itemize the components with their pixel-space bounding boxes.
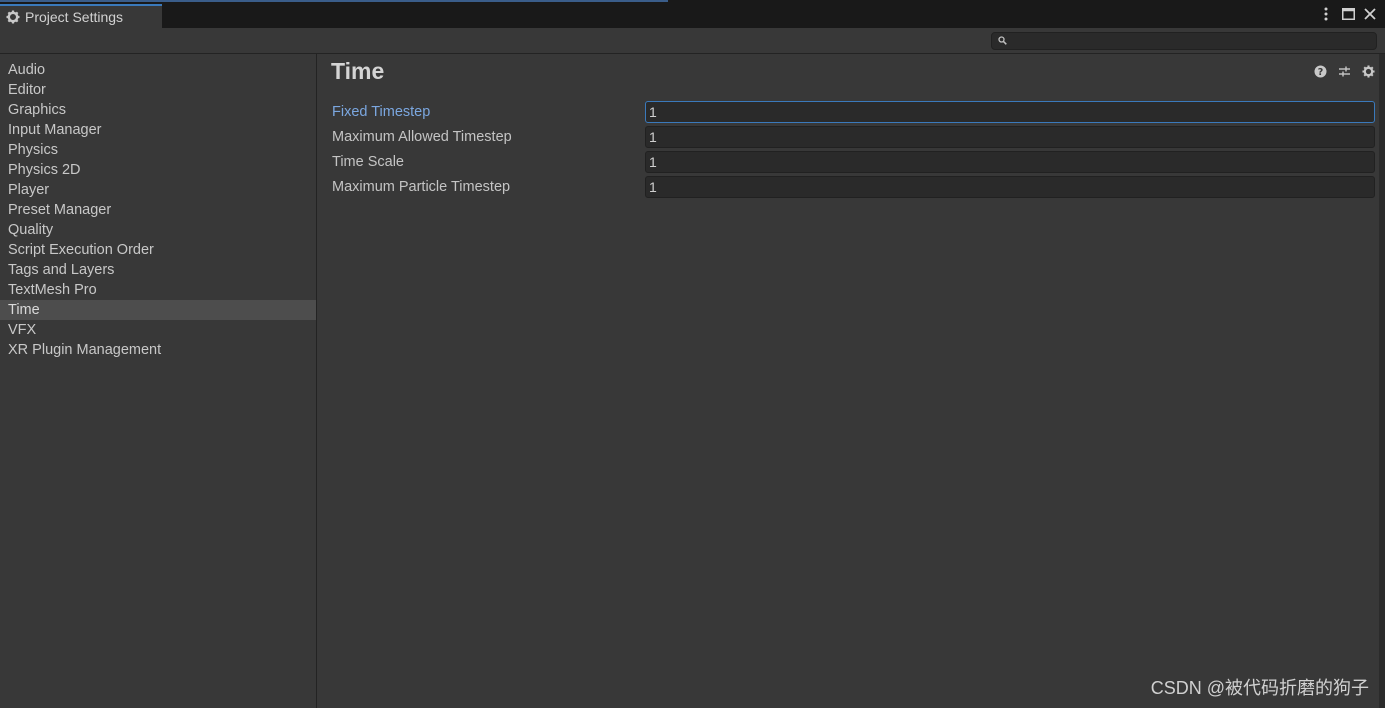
maximize-icon[interactable]	[1341, 6, 1355, 22]
sidebar-item-player[interactable]: Player	[0, 180, 316, 200]
sidebar-item-graphics[interactable]: Graphics	[0, 100, 316, 120]
sidebar-item-time[interactable]: Time	[0, 300, 316, 320]
sidebar-item-editor[interactable]: Editor	[0, 80, 316, 100]
settings-main-panel: Time ? Fixed Timestep Maximum Allowed Ti…	[318, 54, 1385, 708]
sidebar-item-physics[interactable]: Physics	[0, 140, 316, 160]
sidebar-item-quality[interactable]: Quality	[0, 220, 316, 240]
property-row-time-scale: Time Scale	[332, 151, 1377, 175]
watermark: CSDN @被代码折磨的狗子	[1150, 678, 1369, 698]
header-icons: ?	[1313, 64, 1375, 78]
property-field-maximum-allowed-timestep[interactable]	[645, 126, 1375, 148]
property-row-maximum-particle-timestep: Maximum Particle Timestep	[332, 176, 1377, 200]
toolbar	[0, 28, 1385, 54]
sidebar-item-audio[interactable]: Audio	[0, 60, 316, 80]
title-bar: Project Settings	[0, 0, 1385, 28]
property-label-fixed-timestep: Fixed Timestep	[332, 104, 431, 120]
right-edge-strip	[1379, 54, 1385, 708]
tab-project-settings[interactable]: Project Settings	[0, 4, 162, 28]
close-icon[interactable]	[1363, 6, 1377, 22]
search-input[interactable]	[1011, 33, 1376, 49]
tab-title: Project Settings	[25, 9, 124, 25]
help-icon[interactable]: ?	[1313, 64, 1327, 78]
property-row-maximum-allowed-timestep: Maximum Allowed Timestep	[332, 126, 1377, 150]
window-controls	[1319, 6, 1377, 22]
maximum-allowed-timestep-input[interactable]	[646, 127, 1374, 147]
sidebar-item-textmesh-pro[interactable]: TextMesh Pro	[0, 280, 316, 300]
sidebar-item-input-manager[interactable]: Input Manager	[0, 120, 316, 140]
title-accent-line	[0, 0, 668, 2]
sidebar-item-vfx[interactable]: VFX	[0, 320, 316, 340]
sidebar-item-preset-manager[interactable]: Preset Manager	[0, 200, 316, 220]
settings-sidebar: Audio Editor Graphics Input Manager Phys…	[0, 54, 317, 708]
maximum-particle-timestep-input[interactable]	[646, 177, 1374, 197]
sidebar-item-xr-plugin-management[interactable]: XR Plugin Management	[0, 340, 316, 360]
gear-icon	[6, 10, 20, 24]
sidebar-item-tags-and-layers[interactable]: Tags and Layers	[0, 260, 316, 280]
property-field-time-scale[interactable]	[645, 151, 1375, 173]
property-row-fixed-timestep: Fixed Timestep	[332, 101, 1377, 125]
property-label-maximum-allowed-timestep: Maximum Allowed Timestep	[332, 129, 512, 145]
time-scale-input[interactable]	[646, 152, 1374, 172]
property-label-time-scale: Time Scale	[332, 154, 404, 170]
property-label-maximum-particle-timestep: Maximum Particle Timestep	[332, 179, 511, 195]
search-icon	[998, 33, 1007, 49]
svg-text:?: ?	[1317, 67, 1323, 78]
sidebar-item-script-execution-order[interactable]: Script Execution Order	[0, 240, 316, 260]
search-box[interactable]	[991, 32, 1377, 50]
property-field-maximum-particle-timestep[interactable]	[645, 176, 1375, 198]
page-title: Time	[331, 58, 385, 84]
property-field-fixed-timestep[interactable]	[645, 101, 1375, 123]
preset-icon[interactable]	[1337, 64, 1351, 78]
fixed-timestep-input[interactable]	[646, 102, 1374, 122]
settings-gear-icon[interactable]	[1361, 64, 1375, 78]
sidebar-item-physics-2d[interactable]: Physics 2D	[0, 160, 316, 180]
kebab-menu-icon[interactable]	[1319, 6, 1333, 22]
